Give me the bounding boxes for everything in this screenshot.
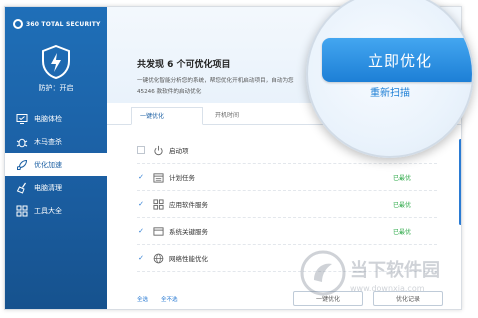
sidebar-item-cleanup[interactable]: 电脑清理 — [5, 176, 107, 199]
item-status: 已最优 — [393, 228, 412, 236]
summary-description-2: 45246 款软件的启动优化 — [137, 89, 202, 95]
optimize-now-button[interactable]: 立即优化 — [322, 38, 472, 82]
item-checkbox[interactable] — [137, 146, 145, 154]
monitor-check-icon — [15, 112, 29, 126]
watermark-url: www.downxia.com — [350, 284, 425, 293]
list-item[interactable]: ✓ 计划任务 已最优 — [137, 164, 437, 191]
window-icon — [152, 225, 164, 237]
protection-shield[interactable]: 防护：开启 — [31, 45, 81, 99]
sidebar-item-tools[interactable]: 工具大全 — [5, 199, 107, 222]
page-title: 共发现 6 个可优化项目 — [137, 60, 231, 70]
logo-mark-icon — [13, 19, 23, 29]
select-none-link[interactable]: 全不选 — [161, 295, 178, 303]
list-item[interactable]: ✓ 系统关键服务 已最优 — [137, 218, 437, 245]
item-status: 已最优 — [393, 174, 412, 182]
sidebar-item-optimize[interactable]: 优化加速 — [5, 153, 107, 176]
item-label: 应用软件服务 — [169, 201, 208, 209]
bug-icon — [15, 135, 29, 149]
sidebar: 360 TOTAL SECURITY 防护：开启 电脑体检 木马查杀 优化加速 … — [5, 7, 107, 309]
sidebar-item-trojan-scan[interactable]: 木马查杀 — [5, 130, 107, 153]
tab-boot-time[interactable]: 开机时间 — [207, 107, 279, 125]
sidebar-item-label: 木马查杀 — [34, 137, 62, 146]
item-checkbox[interactable]: ✓ — [137, 173, 145, 181]
item-label: 系统关键服务 — [169, 228, 208, 236]
item-checkbox[interactable]: ✓ — [137, 227, 145, 235]
item-label: 网络性能优化 — [169, 255, 208, 263]
power-icon — [152, 144, 164, 156]
summary-description: 一键优化智能分析您的系统，帮您优化开机启动项目，自动为您 — [137, 78, 294, 84]
apps-icon — [152, 198, 164, 210]
select-all-link[interactable]: 全选 — [137, 295, 148, 303]
sidebar-item-label: 电脑体检 — [34, 114, 62, 123]
rocket-icon — [15, 158, 29, 172]
shield-icon — [42, 45, 70, 79]
broom-icon — [15, 181, 29, 195]
sidebar-item-label: 工具大全 — [34, 206, 62, 215]
tab-one-click-optimize[interactable]: 一键优化 — [131, 107, 203, 125]
scrollbar[interactable] — [459, 139, 461, 225]
sidebar-item-checkup[interactable]: 电脑体检 — [5, 107, 107, 130]
item-checkbox[interactable]: ✓ — [137, 200, 145, 208]
watermark-logo-icon — [300, 250, 346, 296]
rescan-link[interactable]: 重新扫描 — [370, 84, 410, 99]
sidebar-nav: 电脑体检 木马查杀 优化加速 电脑清理 工具大全 — [5, 107, 107, 222]
globe-icon — [152, 252, 164, 264]
item-checkbox[interactable]: ✓ — [137, 254, 145, 262]
item-label: 启动项 — [169, 147, 189, 155]
sidebar-item-label: 优化加速 — [34, 160, 62, 169]
watermark-text: 当下软件园 — [350, 260, 440, 281]
item-status: 已最优 — [393, 201, 412, 209]
brand-logo: 360 TOTAL SECURITY — [13, 17, 103, 31]
watermark: 当下软件园 www.downxia.com — [300, 250, 470, 310]
brand-name: 360 TOTAL SECURITY — [26, 20, 101, 28]
sidebar-item-label: 电脑清理 — [34, 183, 62, 192]
list-item[interactable]: ✓ 应用软件服务 已最优 — [137, 191, 437, 218]
item-label: 计划任务 — [169, 174, 195, 182]
calendar-icon — [152, 171, 164, 183]
grid-icon — [15, 204, 29, 218]
protection-status: 防护：开启 — [38, 84, 74, 92]
